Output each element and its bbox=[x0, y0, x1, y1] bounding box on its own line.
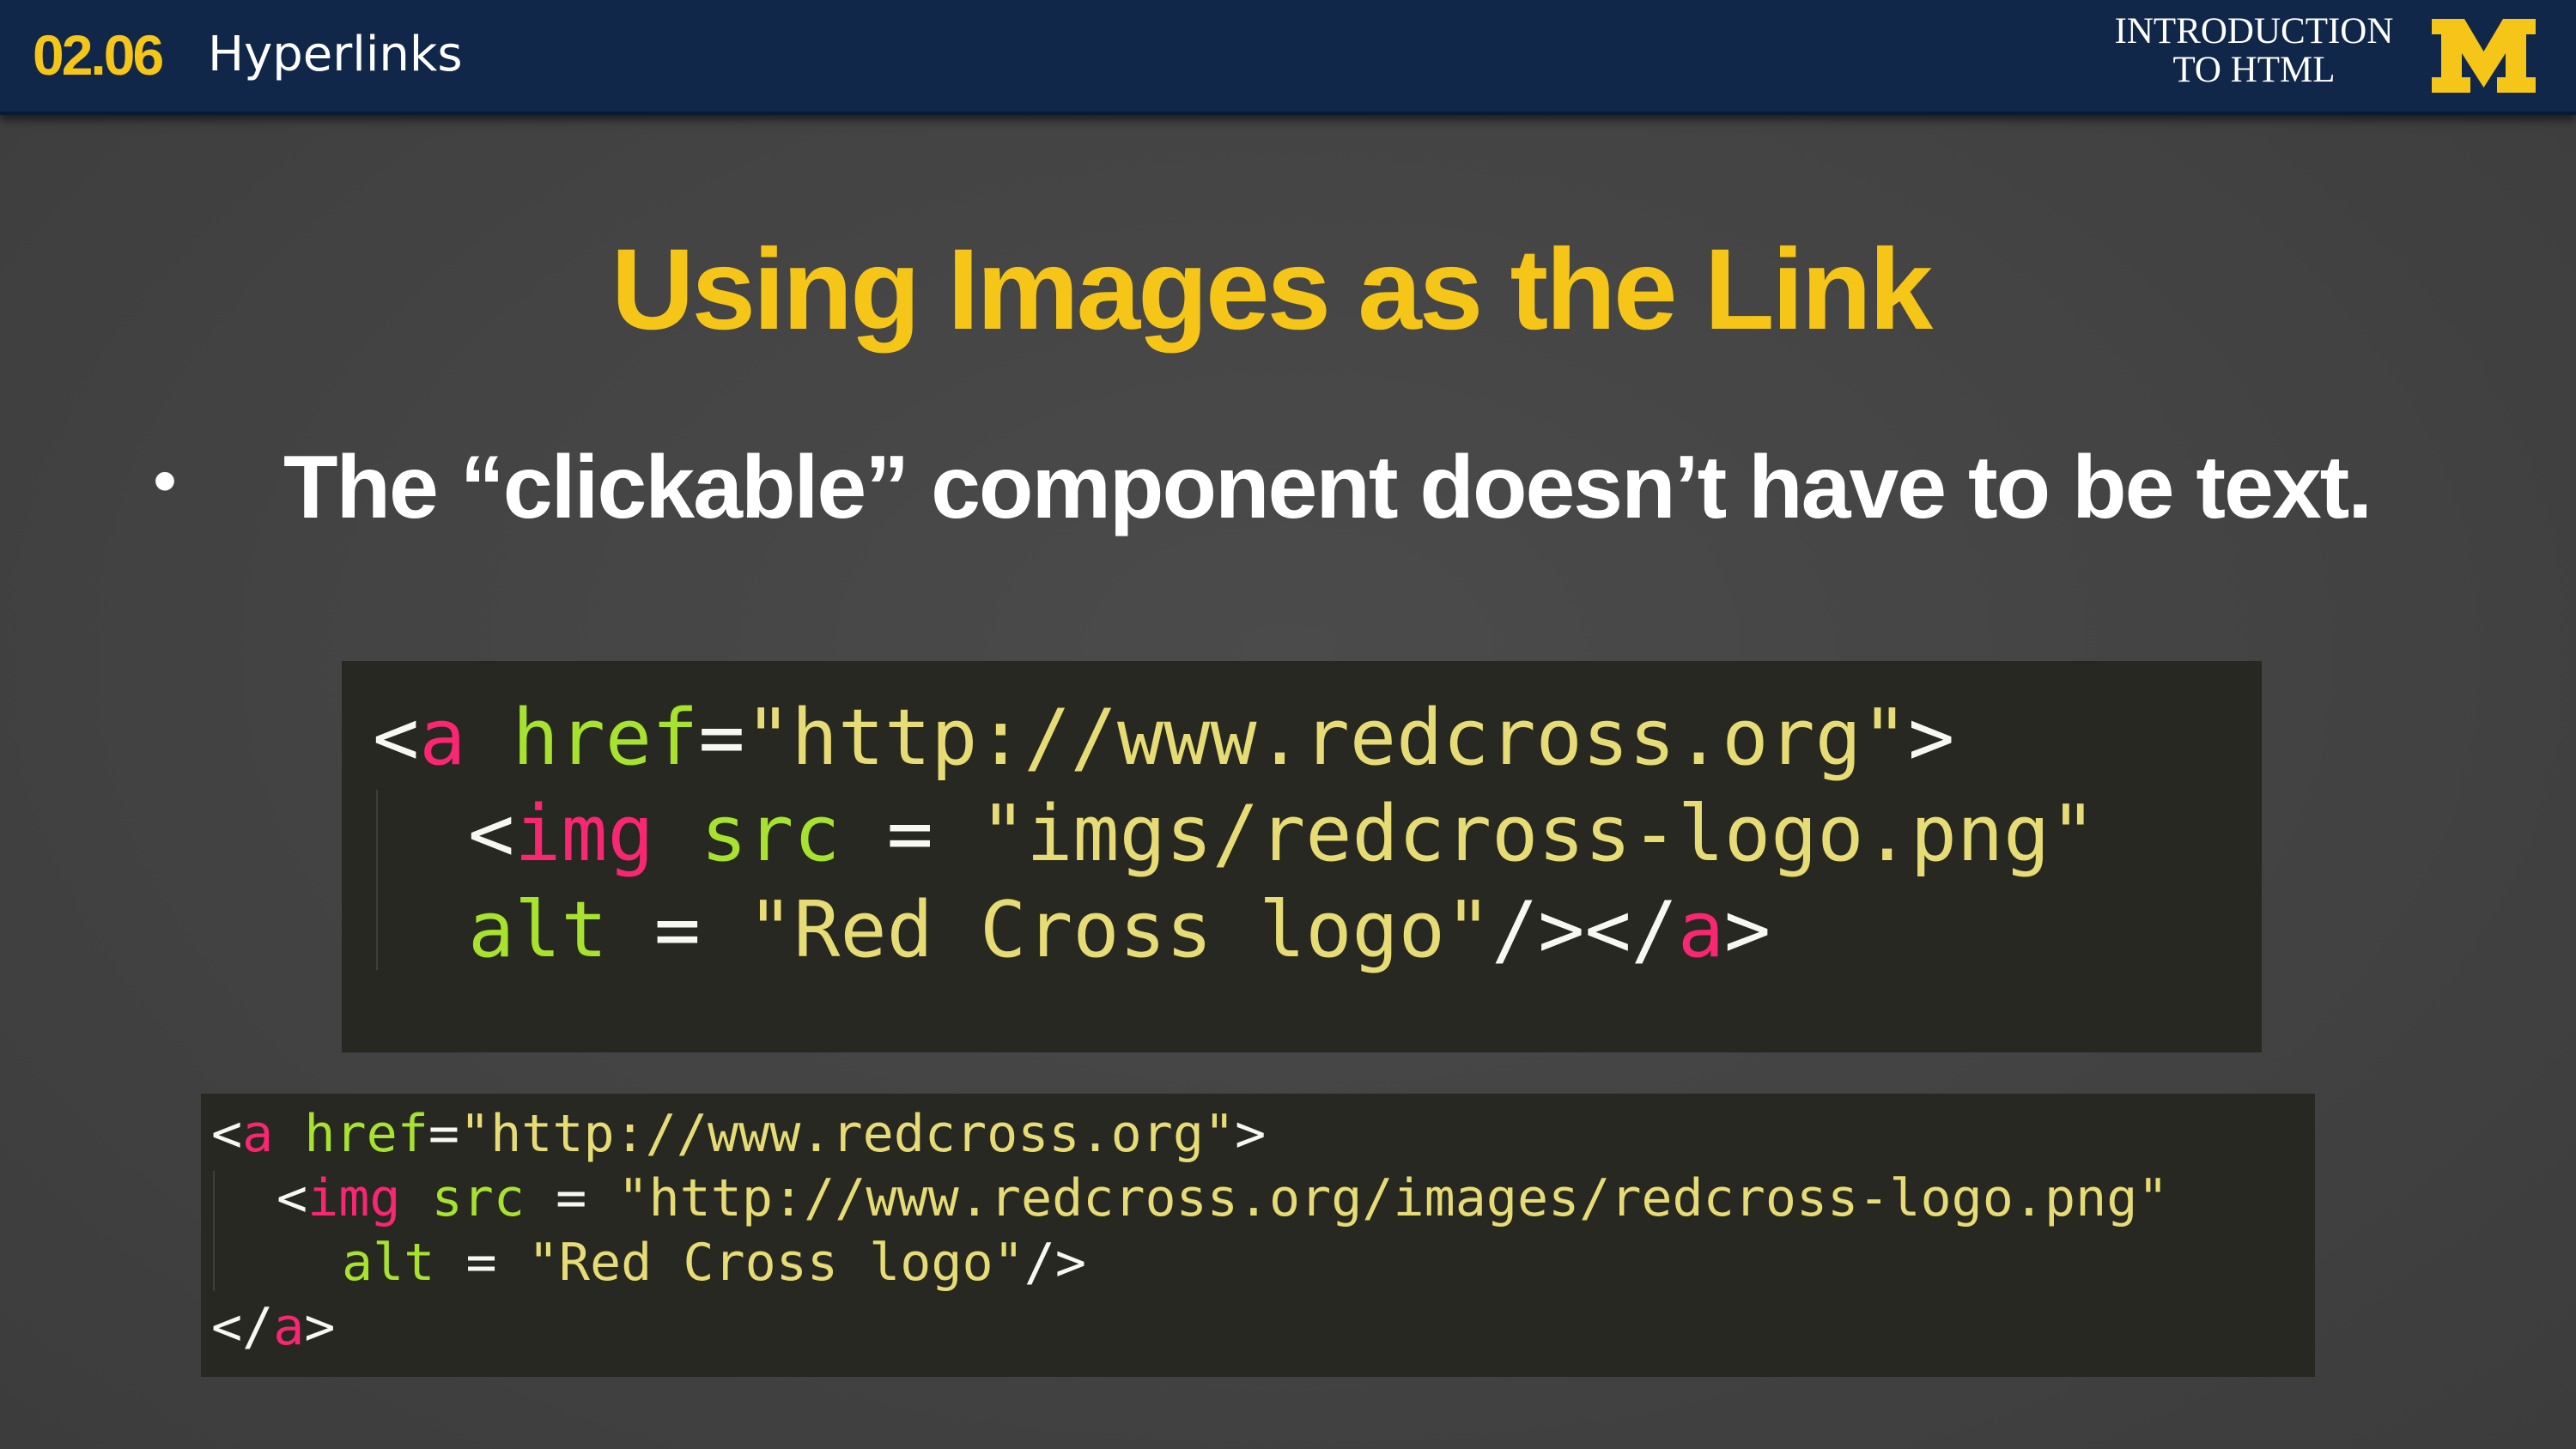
code-line: <img src = "imgs/redcross-logo.png" bbox=[468, 786, 2097, 882]
code-block-relative-path: <a href="http://www.redcross.org"> <img … bbox=[342, 661, 2262, 1052]
code-punctuation: > bbox=[304, 1297, 336, 1357]
code-tag: a bbox=[419, 693, 466, 783]
code-equals: = bbox=[434, 1233, 528, 1293]
code-attribute: href bbox=[512, 693, 699, 783]
code-string: "http://www.redcross.org/images/redcross… bbox=[617, 1168, 2169, 1228]
code-attribute: src bbox=[700, 789, 841, 879]
code-attribute: href bbox=[304, 1104, 428, 1164]
code-line: alt = "Red Cross logo"/> bbox=[342, 1231, 1086, 1295]
code-tag: img bbox=[514, 789, 654, 879]
code-line: <a href="http://www.redcross.org"> bbox=[211, 1102, 1266, 1167]
code-punctuation: > bbox=[1908, 693, 1955, 783]
code-punctuation: < bbox=[276, 1168, 308, 1228]
code-punctuation: < bbox=[211, 1104, 243, 1164]
code-tag: a bbox=[242, 1104, 274, 1164]
code-punctuation: /></ bbox=[1492, 885, 1678, 975]
bullet-text: The “clickable” component doesn’t have t… bbox=[283, 438, 2372, 537]
code-tag: a bbox=[1677, 885, 1725, 975]
code-line: </a> bbox=[211, 1295, 336, 1360]
code-punctuation: > bbox=[1235, 1104, 1267, 1164]
lesson-number: 02.06 bbox=[33, 23, 164, 87]
code-punctuation: < bbox=[468, 789, 515, 879]
code-string: "Red Cross logo" bbox=[747, 885, 1492, 975]
indent-guide bbox=[213, 1171, 215, 1291]
lesson-title: Hyperlinks bbox=[208, 27, 463, 82]
block-m-logo-icon bbox=[2432, 19, 2536, 93]
code-equals: = bbox=[607, 885, 748, 975]
code-attribute: alt bbox=[342, 1233, 435, 1293]
course-title-line-2: TO HTML bbox=[2172, 50, 2336, 90]
code-line: alt = "Red Cross logo"/></a> bbox=[468, 882, 1771, 979]
code-tag: img bbox=[307, 1168, 401, 1228]
course-title: INTRODUCTION TO HTML bbox=[2095, 12, 2413, 89]
code-line: <a href="http://www.redcross.org"> bbox=[373, 690, 1954, 786]
code-string: "Red Cross logo" bbox=[527, 1233, 1024, 1293]
code-punctuation: /> bbox=[1024, 1233, 1086, 1293]
code-equals: = bbox=[525, 1168, 618, 1228]
bullet-dot: • bbox=[153, 442, 178, 518]
code-attribute: src bbox=[431, 1168, 525, 1228]
code-string: "http://www.redcross.org" bbox=[744, 693, 1909, 783]
code-block-absolute-url: <a href="http://www.redcross.org"> <img … bbox=[201, 1094, 2315, 1377]
code-equals: = bbox=[428, 1104, 459, 1164]
course-title-line-1: INTRODUCTION bbox=[2114, 11, 2394, 52]
indent-guide bbox=[376, 790, 378, 970]
code-punctuation: > bbox=[1724, 885, 1771, 975]
code-string: "http://www.redcross.org" bbox=[459, 1104, 1236, 1164]
code-equals: = bbox=[698, 693, 745, 783]
slide-title: Using Images as the Link bbox=[611, 226, 1933, 354]
header-bar: 02.06 Hyperlinks INTRODUCTION TO HTML bbox=[0, 0, 2576, 115]
code-punctuation: < bbox=[373, 693, 420, 783]
code-string: "imgs/redcross-logo.png" bbox=[980, 789, 2097, 879]
code-tag: a bbox=[273, 1297, 305, 1357]
code-equals: = bbox=[840, 789, 981, 879]
code-punctuation: </ bbox=[211, 1297, 274, 1357]
code-line: <img src = "http://www.redcross.org/imag… bbox=[276, 1167, 2169, 1231]
code-attribute: alt bbox=[468, 885, 608, 975]
